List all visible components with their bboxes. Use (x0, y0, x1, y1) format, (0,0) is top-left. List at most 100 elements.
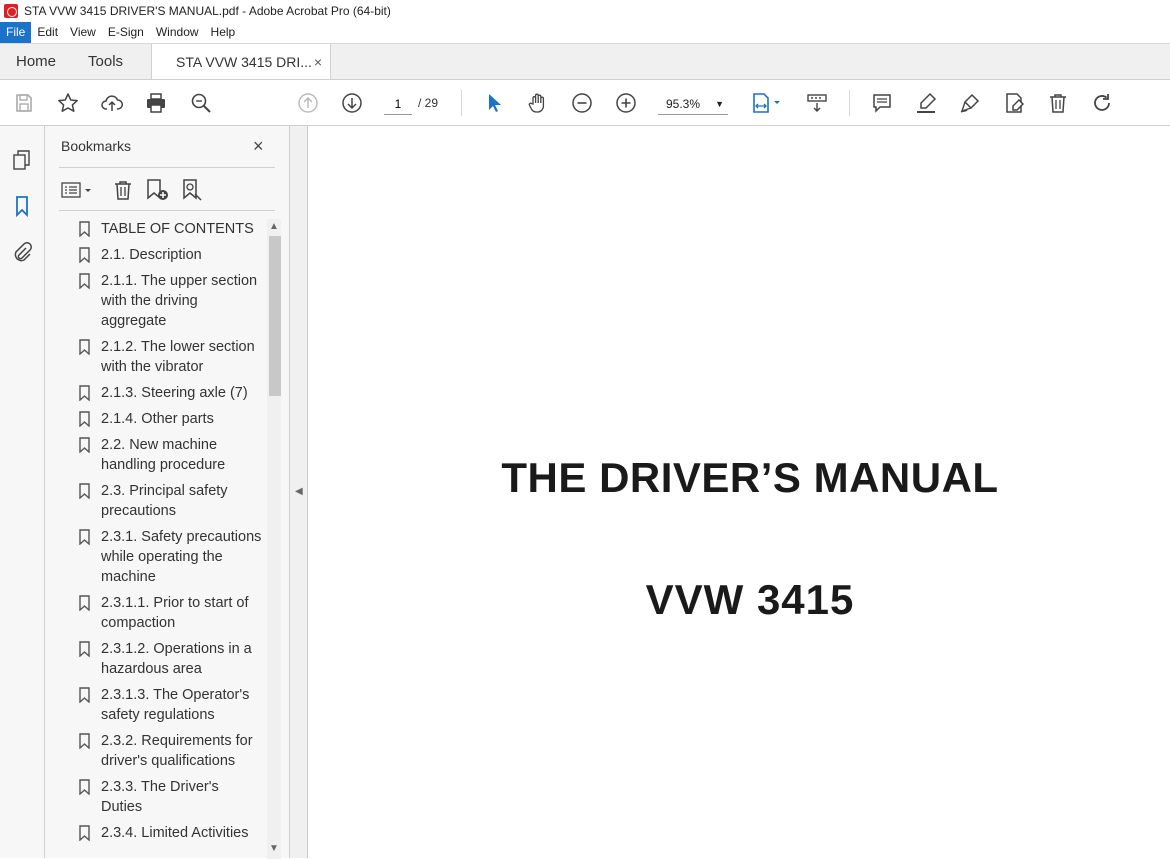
bookmark-item[interactable]: 2.3.4. Limited Activities (59, 823, 267, 843)
menu-view[interactable]: View (64, 22, 102, 43)
bookmark-icon (79, 483, 90, 499)
bookmark-icon (79, 411, 90, 427)
scroll-up-icon[interactable]: ▲ (269, 221, 279, 232)
bookmark-label: 2.3.3. The Driver's Duties (101, 779, 219, 815)
bookmark-label: 2.3.1.2. Operations in a hazardous area (101, 641, 252, 677)
panel-collapse-handle[interactable]: ◀ (290, 126, 308, 858)
menu-file[interactable]: File (0, 22, 32, 43)
tab-document-label: STA VVW 3415 DRI... (176, 53, 312, 70)
bookmark-icon (79, 273, 90, 289)
sign-pen-icon[interactable] (957, 90, 983, 116)
bookmark-icon (79, 529, 90, 545)
bookmark-options-icon[interactable] (61, 178, 95, 202)
left-icon-rail (0, 126, 45, 858)
collapse-arrow-icon: ◀ (295, 486, 303, 497)
attachment-icon[interactable] (10, 240, 34, 264)
save-icon[interactable] (11, 90, 37, 116)
bookmark-icon (79, 339, 90, 355)
bookmark-icon (79, 641, 90, 657)
bookmark-icon (79, 779, 90, 795)
bookmark-item[interactable]: 2.3.1. Safety precautions while operatin… (59, 527, 267, 587)
toolbar-separator (461, 90, 462, 116)
new-bookmark-icon[interactable] (145, 178, 171, 202)
document-page[interactable]: THE DRIVER’S MANUAL VVW 3415 (308, 126, 1170, 858)
bookmark-icon (79, 221, 90, 237)
comment-icon[interactable] (869, 90, 895, 116)
hand-tool-icon[interactable] (525, 90, 551, 116)
bookmark-item[interactable]: 2.1. Description (59, 245, 267, 265)
bookmark-label: TABLE OF CONTENTS (101, 221, 254, 237)
edit-pdf-icon[interactable] (1001, 90, 1027, 116)
menu-esign[interactable]: E-Sign (102, 22, 150, 43)
bookmarks-title: Bookmarks (61, 138, 132, 154)
bookmark-icon (79, 687, 90, 703)
bookmarks-panel: Bookmarks × TABLE OF CONTENTS 2.1. Descri… (45, 126, 290, 859)
tab-tools[interactable]: Tools (72, 44, 139, 79)
bookmark-label: 2.1.2. The lower section with the vibrat… (101, 339, 255, 375)
zoom-out-icon[interactable] (569, 90, 595, 116)
tab-document[interactable]: STA VVW 3415 DRI... × (151, 44, 332, 79)
bookmark-item[interactable]: 2.1.2. The lower section with the vibrat… (59, 337, 267, 377)
scrollbar-thumb[interactable] (269, 236, 281, 396)
zoom-select[interactable]: 95.3% ▼ (658, 93, 728, 115)
bookmark-item[interactable]: 2.1.4. Other parts (59, 409, 267, 429)
bookmark-item[interactable]: TABLE OF CONTENTS (59, 219, 267, 239)
bookmark-icon (79, 247, 90, 263)
scroll-down-icon[interactable]: ▼ (269, 843, 279, 854)
zoom-value: 95.3% (666, 96, 701, 111)
scroll-mode-icon[interactable] (804, 90, 830, 116)
bookmark-label: 2.3.1.1. Prior to start of compaction (101, 595, 249, 631)
print-icon[interactable] (143, 90, 169, 116)
close-tab-icon[interactable]: × (314, 54, 322, 70)
zoom-in-icon[interactable] (613, 90, 639, 116)
bookmark-item[interactable]: 2.2. New machine handling procedure (59, 435, 267, 475)
bookmark-list: TABLE OF CONTENTS 2.1. Description 2.1.1. … (59, 219, 267, 859)
upload-cloud-icon[interactable] (99, 90, 125, 116)
bookmark-item[interactable]: 2.1.3. Steering axle (7) (59, 383, 267, 403)
bookmark-label: 2.1.1. The upper section with the drivin… (101, 273, 258, 329)
menu-help[interactable]: Help (205, 22, 242, 43)
page-fit-icon[interactable] (748, 90, 784, 116)
panel-divider (59, 167, 275, 168)
bookmark-icon (79, 733, 90, 749)
menu-bar: File Edit View E-Sign Window Help (0, 22, 1170, 43)
bookmark-item[interactable]: 2.3.3. The Driver's Duties (59, 777, 267, 817)
bookmark-label: 2.3. Principal safety precautions (101, 483, 228, 519)
bookmark-scrollbar[interactable]: ▲ ▼ (267, 219, 281, 859)
menu-edit[interactable]: Edit (31, 22, 64, 43)
next-page-icon[interactable] (339, 90, 365, 116)
select-cursor-icon[interactable] (481, 90, 507, 116)
page-thumbnails-icon[interactable] (10, 148, 34, 172)
bookmark-label: 2.1.3. Steering axle (7) (101, 385, 248, 401)
find-bookmark-icon[interactable] (181, 178, 207, 202)
window-title: STA VVW 3415 DRIVER'S MANUAL.pdf - Adobe… (24, 4, 391, 18)
toolbar (0, 80, 1170, 126)
bookmark-item[interactable]: 2.3.2. Requirements for driver's qualifi… (59, 731, 267, 771)
bookmark-item[interactable]: 2.3. Principal safety precautions (59, 481, 267, 521)
tab-home[interactable]: Home (0, 44, 72, 79)
search-zoom-icon[interactable] (188, 90, 214, 116)
bookmark-label: 2.1. Description (101, 247, 202, 263)
bookmark-item[interactable]: 2.3.1.3. The Operator's safety regulatio… (59, 685, 267, 725)
bookmark-item[interactable]: 2.1.1. The upper section with the drivin… (59, 271, 267, 331)
bookmark-icon (79, 595, 90, 611)
star-icon[interactable] (55, 90, 81, 116)
delete-icon[interactable] (1045, 90, 1071, 116)
menu-window[interactable]: Window (150, 22, 205, 43)
previous-page-icon[interactable] (295, 90, 321, 116)
bookmark-icon (79, 385, 90, 401)
document-model: VVW 3415 (645, 576, 855, 623)
highlight-pen-icon[interactable] (913, 90, 939, 116)
bookmark-label: 2.3.1. Safety precautions while operatin… (101, 529, 262, 585)
delete-bookmark-icon[interactable] (112, 178, 134, 202)
rotate-icon[interactable] (1089, 90, 1115, 116)
bookmark-item[interactable]: 2.3.1.2. Operations in a hazardous area (59, 639, 267, 679)
acrobat-icon (4, 4, 18, 18)
page-number-input[interactable] (384, 93, 412, 115)
bookmark-panel-icon[interactable] (10, 194, 34, 218)
title-bar: STA VVW 3415 DRIVER'S MANUAL.pdf - Adobe… (0, 0, 1170, 22)
close-icon[interactable]: × (253, 136, 264, 157)
bookmark-item[interactable]: 2.3.1.1. Prior to start of compaction (59, 593, 267, 633)
bookmark-label: 2.2. New machine handling procedure (101, 437, 226, 473)
bookmark-label: 2.3.4. Limited Activities (101, 825, 249, 841)
